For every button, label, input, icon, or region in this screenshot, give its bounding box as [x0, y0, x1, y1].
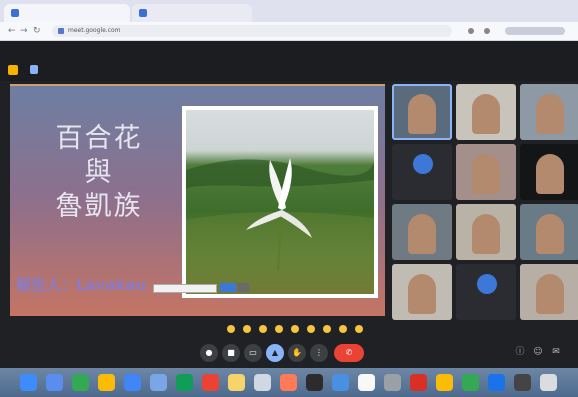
meeting-header — [0, 41, 578, 81]
participant-avatar — [413, 154, 433, 174]
participant-video — [408, 94, 436, 134]
lock-icon — [58, 28, 64, 34]
profile-button[interactable] — [505, 27, 565, 35]
reaction-cry-icon[interactable] — [307, 325, 315, 333]
slide-title-line3: 魯凱族 — [55, 191, 143, 222]
reaction-clap-icon[interactable] — [355, 325, 363, 333]
participant-video — [472, 154, 500, 194]
forward-icon[interactable]: → — [20, 26, 28, 36]
dock-app-icon[interactable] — [124, 374, 141, 391]
reload-icon[interactable]: ↻ — [33, 26, 41, 36]
browser-tab-second[interactable] — [132, 4, 252, 22]
reaction-heart-icon[interactable] — [227, 325, 235, 333]
dock-app-icon[interactable] — [332, 374, 349, 391]
caption-input[interactable] — [153, 284, 217, 293]
dock-app-icon[interactable] — [228, 374, 245, 391]
reaction-think-icon[interactable] — [323, 325, 331, 333]
slide-presenter: 報告人：Lavakau — [16, 276, 147, 294]
extension-icon[interactable] — [484, 28, 490, 34]
participant-tile[interactable] — [456, 264, 516, 320]
dock-app-icon[interactable] — [280, 374, 297, 391]
meet-logo-icon — [8, 65, 18, 75]
present-button[interactable]: ▲ — [266, 344, 284, 362]
dock-app-icon[interactable] — [436, 374, 453, 391]
reactions-bar — [227, 325, 363, 335]
reaction-thumbsup-icon[interactable] — [243, 325, 251, 333]
dock-app-icon[interactable] — [540, 374, 557, 391]
dock-app-icon[interactable] — [176, 374, 193, 391]
mic-button[interactable]: ● — [200, 344, 218, 362]
dock-app-icon[interactable] — [150, 374, 167, 391]
participant-tile[interactable] — [392, 264, 452, 320]
reaction-surprise-icon[interactable] — [291, 325, 299, 333]
lily-photo-image — [186, 110, 374, 294]
dock-app-icon[interactable] — [202, 374, 219, 391]
chat-icon[interactable]: ✉ — [550, 346, 562, 358]
participant-tile[interactable] — [392, 84, 452, 140]
dock-app-icon[interactable] — [72, 374, 89, 391]
browser-tab-meet[interactable] — [4, 4, 130, 22]
participant-video — [408, 214, 436, 254]
dock-app-icon[interactable] — [410, 374, 427, 391]
dock-app-icon[interactable] — [488, 374, 505, 391]
participant-tile[interactable] — [520, 204, 578, 260]
participant-video — [536, 214, 564, 254]
dock-app-icon[interactable] — [514, 374, 531, 391]
slide-top-border — [10, 84, 385, 86]
browser-tab-bar — [0, 0, 578, 22]
info-icon[interactable]: ⓘ — [514, 346, 526, 358]
caption-confirm-button[interactable] — [220, 283, 236, 292]
participant-avatar — [477, 274, 497, 294]
people-icon[interactable]: ☺ — [532, 346, 544, 358]
camera-button[interactable]: ■ — [222, 344, 240, 362]
participant-video — [536, 154, 564, 194]
dock-app-icon[interactable] — [46, 374, 63, 391]
meet-tab-icon — [11, 9, 19, 17]
caption-cancel-button[interactable] — [237, 283, 249, 292]
dock-app-icon[interactable] — [384, 374, 401, 391]
dock-app-icon[interactable] — [20, 374, 37, 391]
reaction-thumbsdown-icon[interactable] — [339, 325, 347, 333]
lily-flower-graphic — [186, 158, 374, 294]
dock-app-icon[interactable] — [462, 374, 479, 391]
participant-tile[interactable] — [392, 144, 452, 200]
extension-icon[interactable] — [468, 28, 474, 34]
dock-app-icon[interactable] — [306, 374, 323, 391]
shared-slide: 百合花 與 魯凱族 報告人：Lavakau — [10, 84, 385, 316]
participant-video — [472, 94, 500, 134]
url-text: meet.google.com — [68, 27, 121, 34]
dock-app-icon[interactable] — [98, 374, 115, 391]
participant-video — [408, 274, 436, 314]
participant-tile[interactable] — [456, 144, 516, 200]
participant-video — [472, 214, 500, 254]
participant-tile[interactable] — [392, 204, 452, 260]
end-call-button[interactable]: ✆ — [334, 344, 364, 362]
shield-icon — [30, 65, 38, 74]
url-field[interactable]: meet.google.com — [52, 25, 452, 37]
participant-video — [536, 94, 564, 134]
reaction-party-icon[interactable] — [259, 325, 267, 333]
participant-tile[interactable] — [520, 144, 578, 200]
back-icon[interactable]: ← — [8, 26, 16, 36]
participant-tile[interactable] — [456, 84, 516, 140]
tab-icon — [139, 9, 147, 17]
captions-button[interactable]: ▭ — [244, 344, 262, 362]
raise-hand-button[interactable]: ✋ — [288, 344, 306, 362]
participant-video — [536, 274, 564, 314]
lily-photo — [182, 106, 378, 298]
participant-tile[interactable] — [456, 204, 516, 260]
participant-tile[interactable] — [520, 264, 578, 320]
dock-app-icon[interactable] — [254, 374, 271, 391]
reaction-laugh-icon[interactable] — [275, 325, 283, 333]
more-options-button[interactable]: ⋮ — [310, 344, 328, 362]
participant-tile[interactable] — [520, 84, 578, 140]
address-toolbar: ← → ↻ meet.google.com — [0, 22, 578, 41]
macos-dock — [0, 368, 578, 397]
dock-app-icon[interactable] — [358, 374, 375, 391]
